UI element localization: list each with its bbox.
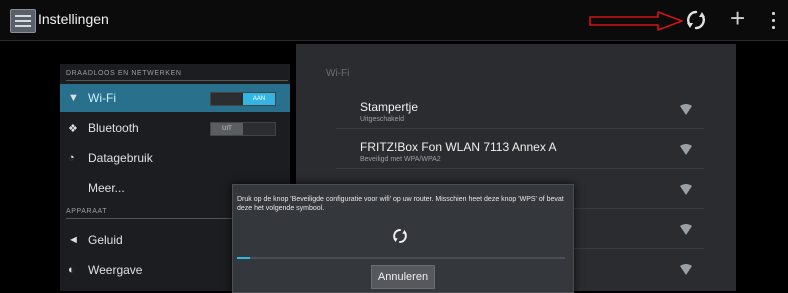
wifi-signal-icon — [680, 224, 692, 235]
wifi-signal-icon — [680, 104, 692, 115]
page-title: Instellingen — [38, 11, 109, 27]
progress-bar — [237, 257, 565, 259]
sidebar-item-bluetooth[interactable]: ❖ Bluetooth UIT — [60, 114, 290, 142]
wps-dialog: Druk op de knop 'Beveiligde configuratie… — [232, 184, 574, 293]
wifi-section-title: Wi-Fi — [326, 68, 350, 79]
wps-icon[interactable] — [684, 8, 708, 32]
wifi-toggle[interactable]: AAN — [210, 92, 276, 106]
arrow-annotation-icon — [589, 11, 683, 31]
sound-icon: ◄ — [68, 234, 79, 246]
settings-app-icon[interactable] — [10, 9, 36, 33]
bluetooth-toggle[interactable]: UIT — [210, 122, 276, 136]
network-item[interactable]: Stampertje Uitgeschakeld — [336, 94, 704, 129]
bluetooth-icon: ❖ — [68, 123, 78, 135]
data-usage-icon: ◔ — [68, 152, 75, 164]
network-item[interactable]: FRITZ!Box Fon WLAN 7113 Annex A Beveilig… — [336, 134, 704, 169]
wifi-signal-icon — [680, 144, 692, 155]
wps-icon — [393, 229, 407, 243]
sidebar-item-datagebruik[interactable]: ◔ Datagebruik — [60, 144, 290, 172]
add-icon[interactable]: + — [730, 3, 745, 33]
dialog-message: Druk op de knop 'Beveiligde configuratie… — [237, 196, 564, 212]
section-header-wireless: DRAADLOOS EN NETWERKEN — [66, 70, 182, 77]
overflow-menu-icon[interactable] — [772, 12, 776, 33]
cancel-button[interactable]: Annuleren — [371, 265, 435, 289]
sidebar-item-wifi[interactable]: ▼ Wi-Fi AAN — [60, 84, 290, 112]
wifi-icon: ▼ — [68, 92, 79, 104]
wifi-signal-icon — [680, 264, 692, 275]
wifi-signal-icon — [680, 184, 692, 195]
section-header-device: APPARAAT — [66, 208, 108, 215]
display-icon: ◐ — [68, 264, 75, 276]
action-bar: Instellingen + — [0, 0, 788, 41]
